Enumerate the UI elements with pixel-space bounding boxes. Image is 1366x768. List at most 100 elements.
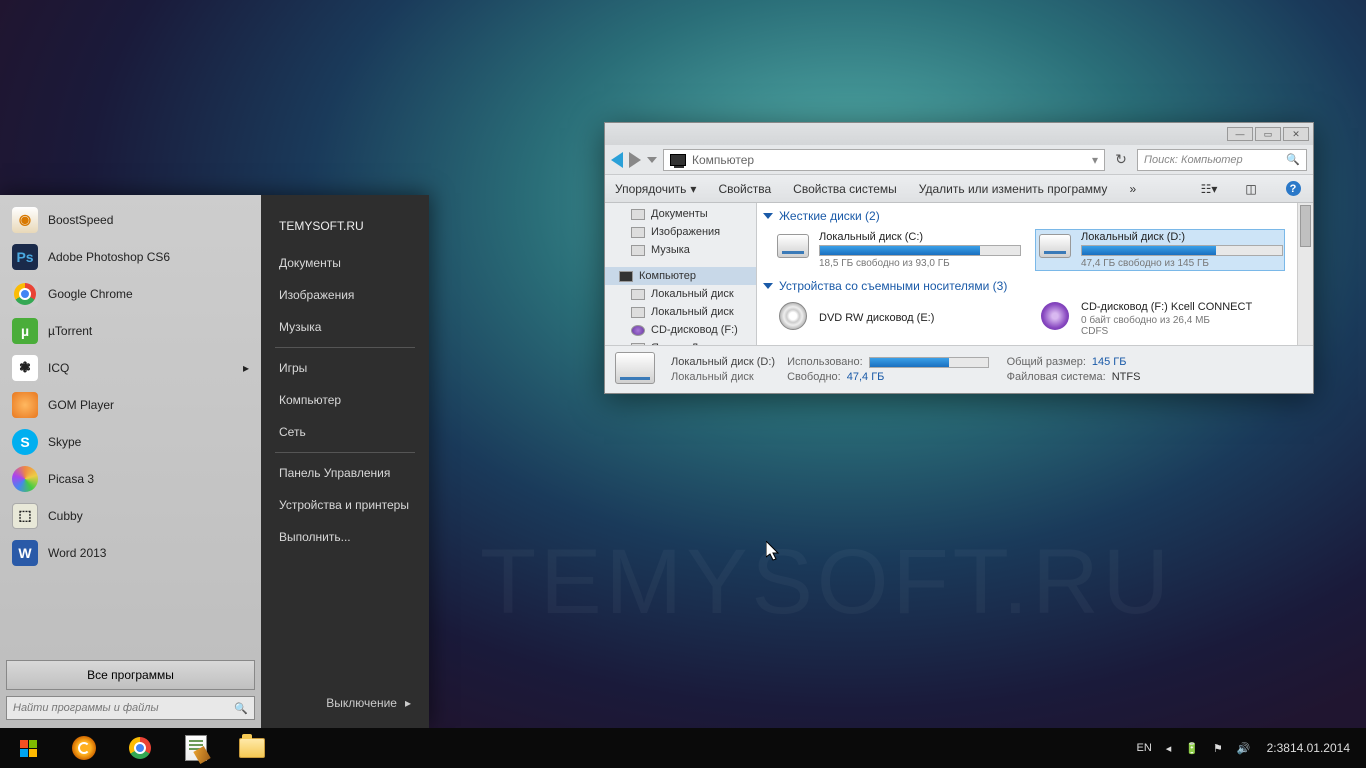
taskbar-explorer[interactable] (224, 728, 280, 768)
skype-icon: S (12, 429, 38, 455)
toolbar-overflow[interactable]: » (1129, 182, 1136, 196)
start-app-gom[interactable]: GOM Player (6, 386, 255, 423)
taskbar-aimp[interactable] (56, 728, 112, 768)
uninstall-button[interactable]: Удалить или изменить программу (919, 182, 1108, 196)
taskbar-chrome[interactable] (112, 728, 168, 768)
start-place-документы[interactable]: Документы (275, 247, 415, 279)
start-user-label[interactable]: TEMYSOFT.RU (275, 215, 415, 247)
back-button[interactable] (611, 152, 623, 168)
drive-dvd[interactable]: DVD RW дисковод (E:) (773, 299, 1023, 339)
start-search-input[interactable]: Найти программы и файлы 🔍 (6, 696, 255, 720)
minimize-button[interactable]: — (1227, 127, 1253, 141)
system-properties-button[interactable]: Свойства системы (793, 182, 897, 196)
start-place-устройства-и-принтеры[interactable]: Устройства и принтеры (275, 489, 415, 521)
history-dropdown[interactable] (647, 157, 657, 163)
close-button[interactable]: ✕ (1283, 127, 1309, 141)
view-options-button[interactable]: ☷▾ (1199, 179, 1219, 199)
aimp-icon (72, 736, 96, 760)
properties-button[interactable]: Свойства (718, 182, 771, 196)
start-app-skype[interactable]: S Skype (6, 423, 255, 460)
app-label: ICQ (48, 361, 69, 375)
drive-f-free: 0 байт свободно из 26,4 МБ (1081, 315, 1283, 326)
drive-f-label: CD-дисковод (F:) Kcell CONNECT (1081, 301, 1283, 313)
all-programs-button[interactable]: Все программы (6, 660, 255, 690)
collapse-icon (763, 213, 773, 219)
language-indicator[interactable]: EN (1130, 728, 1157, 768)
sidebar-computer[interactable]: Компьютер (605, 267, 756, 285)
clock-date: 14.01.2014 (1290, 741, 1350, 755)
tray-power-icon[interactable]: 🔋 (1179, 728, 1205, 768)
sidebar-drive-d[interactable]: Локальный диск (605, 303, 756, 321)
drive-d[interactable]: Локальный диск (D:) 47,4 ГБ свободно из … (1035, 229, 1285, 271)
sidebar-documents[interactable]: Документы (605, 205, 756, 223)
drive-f[interactable]: CD-дисковод (F:) Kcell CONNECT 0 байт св… (1035, 299, 1285, 339)
status-free-value: 47,4 ГБ (847, 371, 885, 383)
start-app-cubby[interactable]: ⬚Cubby (6, 497, 255, 534)
start-place-компьютер[interactable]: Компьютер (275, 384, 415, 416)
chevron-right-icon: ▸ (405, 696, 411, 710)
search-placeholder: Найти программы и файлы (13, 702, 159, 714)
start-place-сеть[interactable]: Сеть (275, 416, 415, 448)
status-size-value: 145 ГБ (1092, 356, 1127, 368)
computer-icon (670, 154, 686, 166)
start-place-выполнить-[interactable]: Выполнить... (275, 521, 415, 553)
tray-action-center-icon[interactable]: ⚑ (1207, 728, 1229, 768)
start-app-ps[interactable]: PsAdobe Photoshop CS6 (6, 238, 255, 275)
taskbar-clock[interactable]: 2:38 14.01.2014 (1259, 728, 1358, 768)
drive-c[interactable]: Локальный диск (C:) 18,5 ГБ свободно из … (773, 229, 1023, 271)
tray-volume-icon[interactable]: 🔊 (1231, 728, 1257, 768)
status-fs-label: Файловая система: (1007, 371, 1106, 383)
shutdown-button[interactable]: Выключение▸ (275, 688, 415, 718)
start-app-icq[interactable]: ❃ICQ▸ (6, 349, 255, 386)
app-label: GOM Player (48, 398, 114, 412)
hdd-icon (615, 352, 655, 384)
window-titlebar[interactable]: — ▭ ✕ (605, 123, 1313, 145)
start-app-utorrent[interactable]: µµTorrent (6, 312, 255, 349)
start-menu: ◉BoostSpeedPsAdobe Photoshop CS6Google C… (0, 195, 429, 728)
sidebar-drive-c[interactable]: Локальный диск (605, 285, 756, 303)
sidebar-music[interactable]: Музыка (605, 241, 756, 259)
help-button[interactable]: ? (1283, 179, 1303, 199)
address-dropdown-icon[interactable]: ▾ (1092, 153, 1098, 167)
forward-button[interactable] (629, 152, 641, 168)
start-button[interactable] (0, 728, 56, 768)
start-place-игры[interactable]: Игры (275, 352, 415, 384)
chrome-icon (12, 281, 38, 307)
refresh-button[interactable]: ↻ (1111, 150, 1131, 170)
preview-pane-button[interactable]: ◫ (1241, 179, 1261, 199)
explorer-toolbar: Упорядочить ▾ Свойства Свойства системы … (605, 175, 1313, 203)
separator (275, 347, 415, 348)
clock-time: 2:38 (1267, 741, 1290, 755)
start-app-boostspeed[interactable]: ◉BoostSpeed (6, 201, 255, 238)
folder-icon (239, 738, 265, 758)
start-place-музыка[interactable]: Музыка (275, 311, 415, 343)
start-place-изображения[interactable]: Изображения (275, 279, 415, 311)
address-bar[interactable]: Компьютер ▾ (663, 149, 1105, 171)
start-place-панель-управления[interactable]: Панель Управления (275, 457, 415, 489)
group-hard-drives[interactable]: Жесткие диски (2) (763, 207, 1307, 227)
address-text: Компьютер (692, 153, 754, 167)
maximize-button[interactable]: ▭ (1255, 127, 1281, 141)
drive-d-label: Локальный диск (D:) (1081, 231, 1283, 243)
start-app-word[interactable]: WWord 2013 (6, 534, 255, 571)
start-app-picasa[interactable]: Picasa 3 (6, 460, 255, 497)
organize-menu[interactable]: Упорядочить ▾ (615, 182, 696, 196)
taskbar-notepad[interactable] (168, 728, 224, 768)
search-input[interactable]: Поиск: Компьютер 🔍 (1137, 149, 1307, 171)
status-bar: Локальный диск (D:) Локальный диск Испол… (605, 345, 1313, 393)
tray-expand-button[interactable]: ◂ (1160, 728, 1178, 768)
collapse-icon (763, 283, 773, 289)
explorer-window: — ▭ ✕ Компьютер ▾ ↻ Поиск: Компьютер 🔍 У… (604, 122, 1314, 394)
app-label: Picasa 3 (48, 472, 94, 486)
drive-c-usage-bar (819, 245, 1021, 256)
app-label: Skype (48, 435, 81, 449)
scrollbar[interactable] (1297, 203, 1313, 345)
explorer-sidebar: Документы Изображения Музыка Компьютер Л… (605, 203, 757, 345)
start-app-chrome[interactable]: Google Chrome (6, 275, 255, 312)
sidebar-pictures[interactable]: Изображения (605, 223, 756, 241)
drive-f-fs: CDFS (1081, 326, 1283, 337)
cubby-icon: ⬚ (12, 503, 38, 529)
status-drive-type: Локальный диск (671, 371, 775, 383)
sidebar-drive-f[interactable]: CD-дисковод (F:) (605, 321, 756, 339)
group-removable[interactable]: Устройства со съемными носителями (3) (763, 277, 1307, 297)
